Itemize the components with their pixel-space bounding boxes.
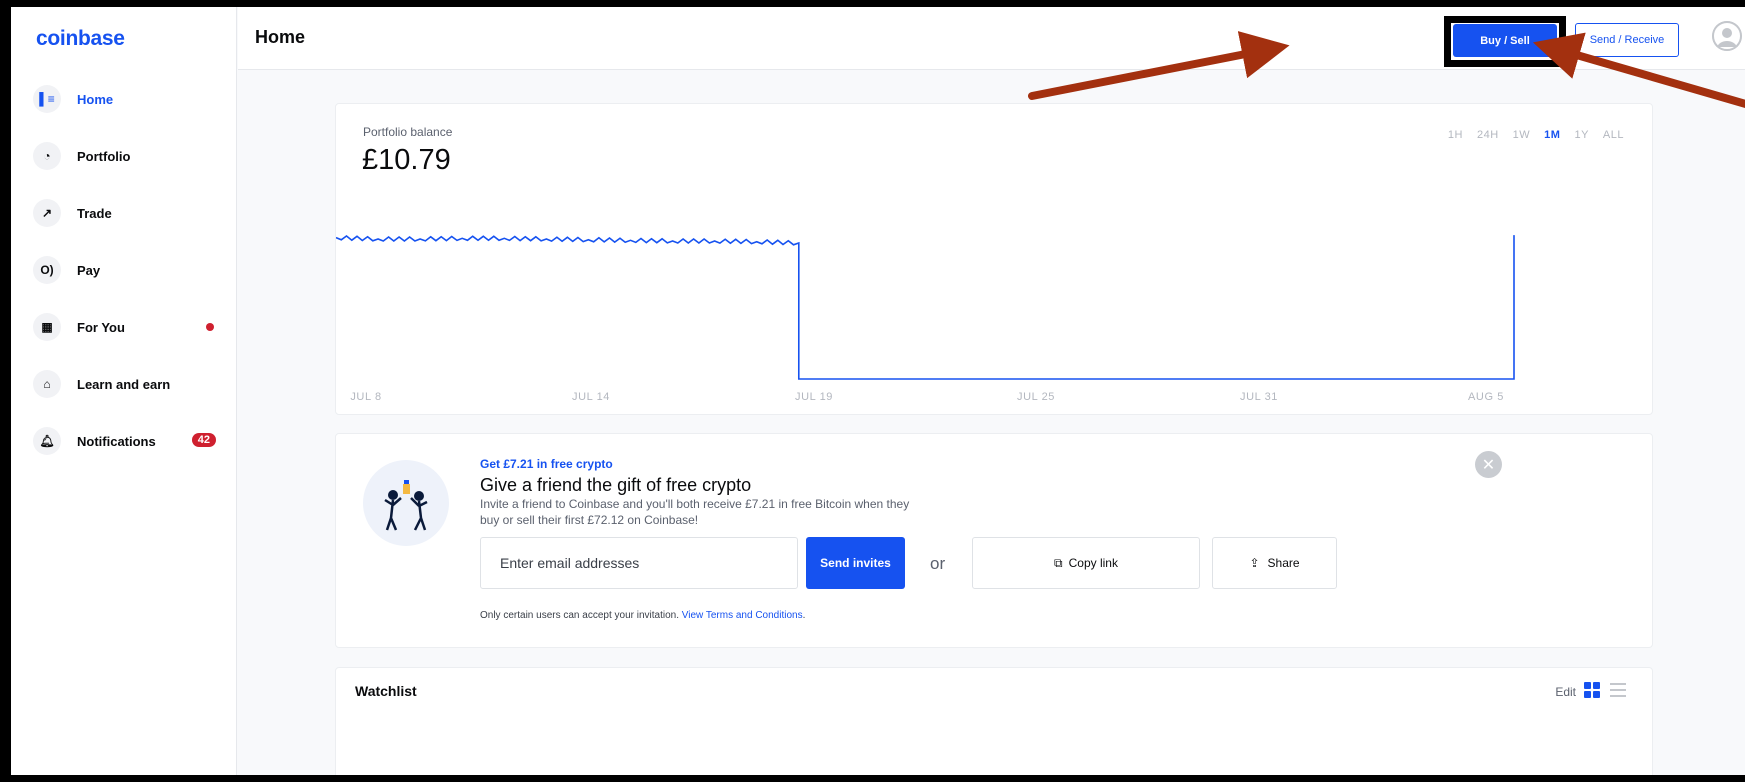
sidebar-item-label: Pay — [77, 262, 101, 278]
watchlist-title: Watchlist — [355, 683, 417, 699]
share-icon: ⇪ — [1249, 556, 1260, 570]
copy-link-button[interactable]: ⧉ Copy link — [972, 537, 1200, 589]
sidebar-item-trade[interactable]: ↗ Trade — [33, 193, 228, 233]
share-button[interactable]: ⇪ Share — [1212, 537, 1337, 589]
send-receive-button[interactable]: Send / Receive — [1575, 23, 1679, 57]
sidebar-item-learn-and-earn[interactable]: ⌂ Learn and earn — [33, 364, 228, 404]
chart-x-axis: JUL 8 JUL 14 JUL 19 JUL 25 JUL 31 AUG 5 — [336, 391, 1652, 407]
page-title: Home — [255, 27, 306, 47]
pay-icon: O) — [33, 256, 61, 284]
sidebar-item-label: Trade — [77, 205, 112, 221]
sidebar: coinbase ▌≡ Home ◔ Portfolio ↗ Trade O) … — [11, 7, 237, 775]
sidebar-item-label: Portfolio — [77, 148, 131, 164]
referral-card: Get £7.21 in free crypto Give a friend t… — [335, 433, 1653, 648]
grid-view-icon[interactable] — [1584, 682, 1600, 698]
referral-illustration — [363, 460, 449, 546]
top-header: Home Send / Receive Buy / Sell — [238, 7, 1745, 70]
referral-title: Give a friend the gift of free crypto — [480, 475, 752, 495]
copy-icon: ⧉ — [1054, 555, 1063, 570]
time-range-selector: 1H 24H 1W 1M 1Y ALL — [1448, 129, 1624, 141]
copy-link-label: Copy link — [1068, 556, 1118, 570]
sidebar-item-for-you[interactable]: ▦ For You — [33, 307, 228, 347]
sidebar-item-portfolio[interactable]: ◔ Portfolio — [33, 136, 228, 176]
terms-notice: Only certain users can accept your invit… — [480, 610, 805, 621]
trend-arrow-icon: ↗ — [33, 199, 61, 227]
bell-icon: 🔔︎ — [33, 427, 61, 455]
range-1m[interactable]: 1M — [1544, 129, 1560, 141]
for-you-icon: ▦ — [33, 313, 61, 341]
terms-suffix: . — [802, 610, 806, 621]
terms-text: Only certain users can accept your invit… — [480, 610, 679, 621]
unread-dot — [206, 323, 214, 331]
x-tick-label: JUL 25 — [1016, 391, 1056, 403]
range-all[interactable]: ALL — [1603, 129, 1624, 141]
range-1y[interactable]: 1Y — [1574, 129, 1588, 141]
home-icon: ▌≡ — [33, 85, 61, 113]
portfolio-line-chart[interactable] — [336, 204, 1654, 384]
portfolio-series-line — [336, 234, 1515, 380]
sidebar-item-label: For You — [77, 319, 125, 335]
range-1w[interactable]: 1W — [1513, 129, 1531, 141]
list-view-icon[interactable] — [1610, 682, 1626, 698]
range-24h[interactable]: 24H — [1477, 129, 1499, 141]
notification-count-badge: 42 — [191, 433, 216, 447]
app-window: coinbase ▌≡ Home ◔ Portfolio ↗ Trade O) … — [11, 7, 1745, 775]
referral-kicker[interactable]: Get £7.21 in free crypto — [480, 457, 613, 471]
coinbase-logo[interactable]: coinbase — [36, 27, 125, 51]
sidebar-item-label: Notifications — [77, 433, 156, 449]
range-1h[interactable]: 1H — [1448, 129, 1463, 141]
watchlist-edit-button[interactable]: Edit — [1555, 685, 1576, 699]
annotation-highlight-box — [1444, 16, 1566, 67]
x-tick-label: JUL 31 — [1239, 391, 1279, 403]
sidebar-item-label: Learn and earn — [77, 376, 171, 392]
terms-link[interactable]: View Terms and Conditions — [682, 610, 803, 621]
or-separator: or — [930, 554, 946, 573]
avatar[interactable] — [1712, 21, 1742, 51]
sidebar-item-home[interactable]: ▌≡ Home — [33, 79, 228, 119]
sidebar-item-pay[interactable]: O) Pay — [33, 250, 228, 290]
email-addresses-input[interactable] — [480, 537, 798, 589]
portfolio-balance-value: £10.79 — [362, 144, 451, 176]
close-icon[interactable]: ✕ — [1475, 451, 1502, 478]
gift-icon: ⌂ — [33, 370, 61, 398]
send-invites-button[interactable]: Send invites — [806, 537, 905, 589]
share-label: Share — [1267, 556, 1300, 570]
portfolio-balance-label: Portfolio balance — [363, 125, 453, 139]
x-tick-label: JUL 8 — [350, 391, 382, 403]
sidebar-item-label: Home — [77, 91, 114, 107]
watchlist-card: Watchlist Edit — [335, 667, 1653, 775]
x-tick-label: JUL 19 — [794, 391, 834, 403]
x-tick-label: JUL 14 — [571, 391, 611, 403]
pie-chart-icon: ◔ — [33, 142, 61, 170]
x-tick-label: AUG 5 — [1467, 391, 1505, 403]
portfolio-balance-card: Portfolio balance £10.79 1H 24H 1W 1M 1Y… — [335, 103, 1653, 415]
referral-description: Invite a friend to Coinbase and you'll b… — [480, 497, 910, 527]
sidebar-item-notifications[interactable]: 🔔︎ Notifications 42 — [33, 421, 228, 461]
